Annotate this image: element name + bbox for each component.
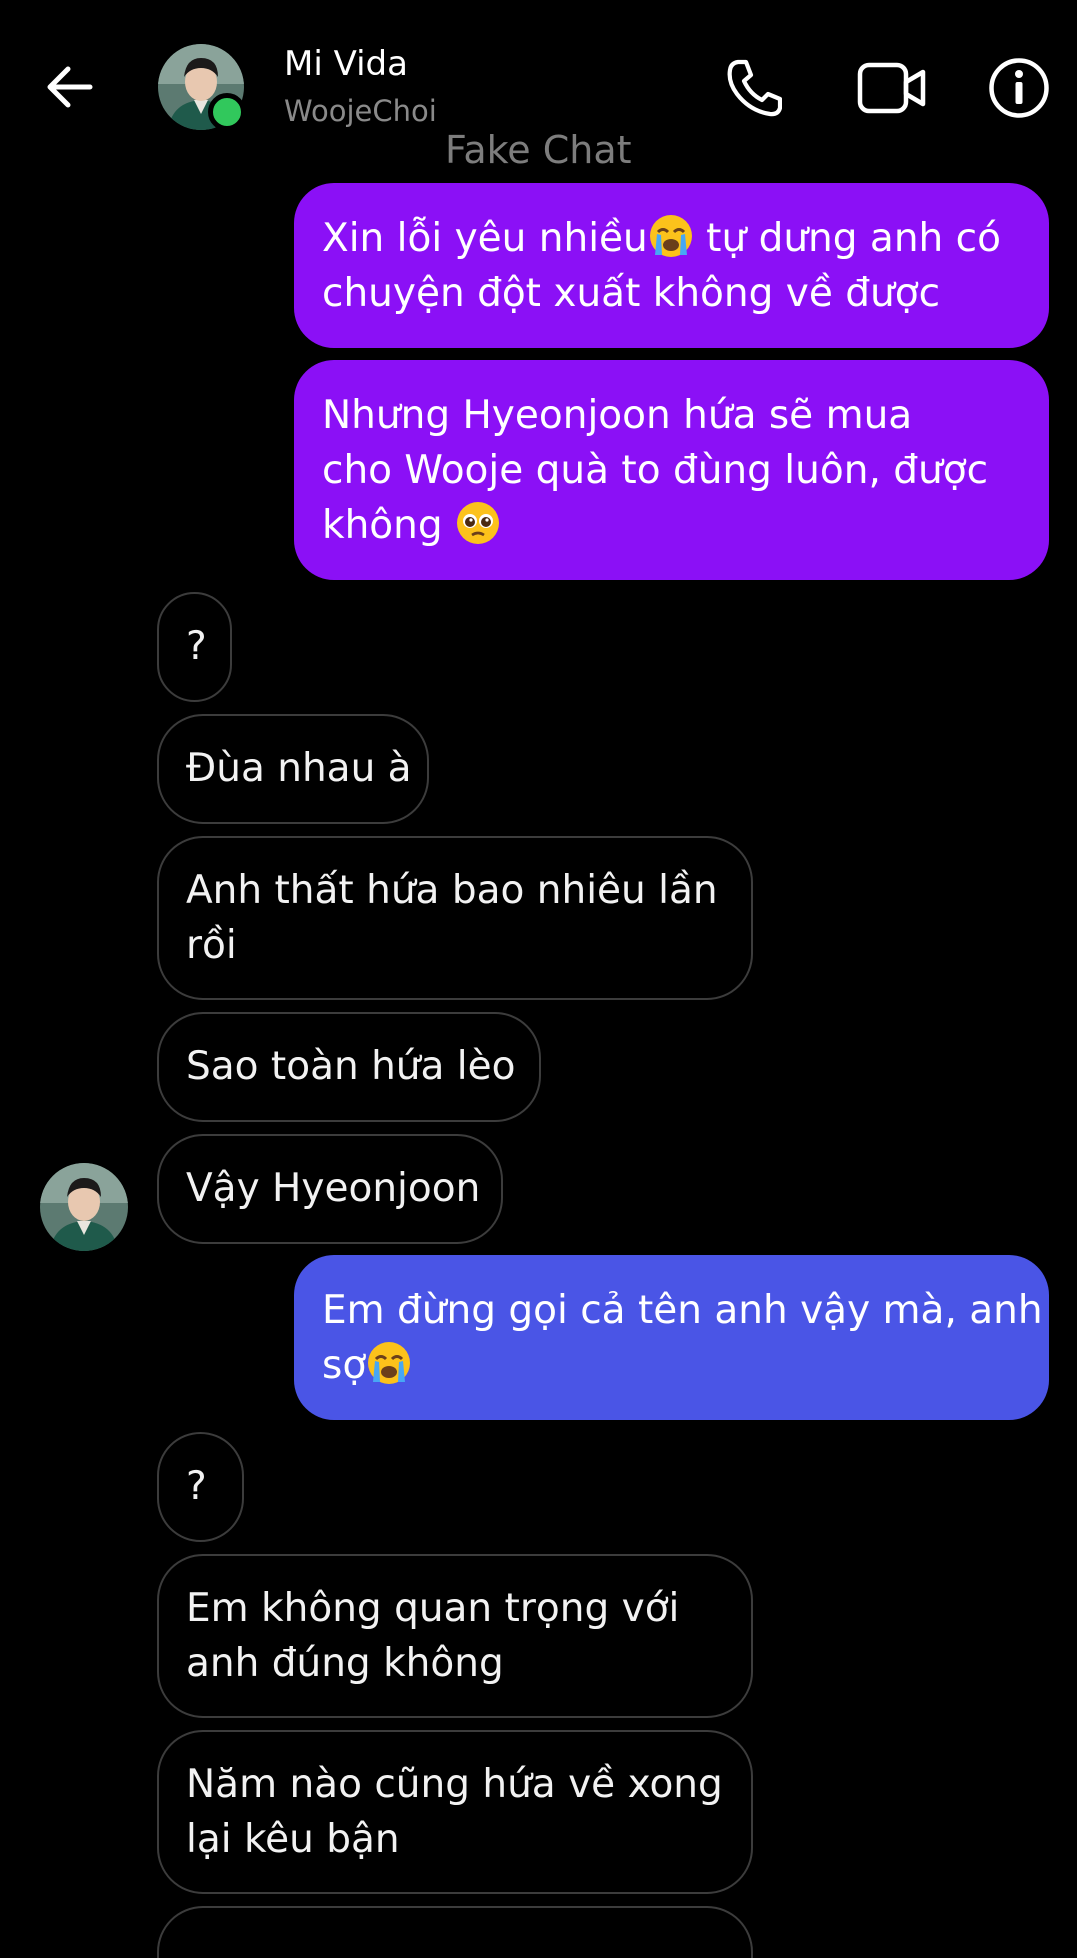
message-text-line: Vậy Hyeonjoon [186, 1166, 481, 1211]
contact-name[interactable]: Mi Vida [284, 44, 408, 84]
loudly-crying-face-emoji [366, 1340, 412, 1386]
online-status-dot [208, 93, 246, 131]
incoming-message[interactable]: Em không quan trọng với anh đúng không [157, 1554, 753, 1718]
incoming-message[interactable]: ? [157, 592, 232, 702]
pleading-face-emoji [455, 500, 501, 546]
message-text-line: Sao toàn hứa lèo [186, 1044, 516, 1089]
message-text-line: Đùa nhau à [186, 746, 412, 791]
message-text-line: Em không quan trọng với [186, 1586, 680, 1631]
message-text-line: lại kêu bận [186, 1817, 400, 1862]
contact-avatar-button[interactable] [158, 44, 246, 131]
message-text-line: Nhưng Hyeonjoon hứa sẽ mua [322, 393, 913, 438]
arrow-left-icon [44, 65, 94, 113]
message-text-line: chuyện đột xuất không về được [322, 271, 941, 316]
incoming-message-partial[interactable] [157, 1906, 753, 1958]
info-button[interactable] [978, 52, 1060, 128]
loudly-crying-face-emoji [648, 213, 694, 259]
incoming-message[interactable]: ? [157, 1432, 244, 1542]
outgoing-message[interactable]: Nhưng Hyeonjoon hứa sẽ mua cho Wooje quà… [294, 360, 1049, 580]
chat-header: Mi Vida WoojeChoi Fake Chat [0, 0, 1077, 175]
message-text-line: Em đừng gọi cả tên anh vậy mà, anh [322, 1288, 1043, 1333]
outgoing-message[interactable]: Xin lỗi yêu nhiều tự dưng anh có chuyện … [294, 183, 1049, 348]
message-text-line: sợ [322, 1338, 1021, 1393]
call-button[interactable] [716, 52, 792, 128]
message-text-line: Anh thất hứa bao nhiêu lần [186, 868, 718, 913]
info-circle-icon [988, 57, 1050, 123]
phone-icon [726, 58, 783, 122]
message-text-line: rồi [186, 923, 237, 968]
incoming-message[interactable]: Anh thất hứa bao nhiêu lần rồi [157, 836, 753, 1000]
message-text-line: ? [186, 1464, 207, 1509]
video-camera-icon [857, 62, 927, 118]
message-text-line: ? [186, 624, 207, 669]
watermark-text: Fake Chat [445, 128, 632, 172]
incoming-message[interactable]: Năm nào cũng hứa về xong lại kêu bận [157, 1730, 753, 1894]
outgoing-message[interactable]: Em đừng gọi cả tên anh vậy mà, anh sợ [294, 1255, 1049, 1420]
message-text-line: Xin lỗi yêu nhiều tự dưng anh có [322, 211, 1021, 266]
video-call-button[interactable] [842, 52, 942, 128]
incoming-message[interactable]: Đùa nhau à [157, 714, 429, 824]
message-text-line: cho Wooje quà to đùng luôn, được [322, 448, 989, 493]
incoming-message[interactable]: Sao toàn hứa lèo [157, 1012, 541, 1122]
incoming-message[interactable]: Vậy Hyeonjoon [157, 1134, 503, 1244]
sender-avatar[interactable] [40, 1163, 128, 1251]
message-text-line: Năm nào cũng hứa về xong [186, 1762, 723, 1807]
back-button[interactable] [36, 58, 102, 120]
message-text-line: không [322, 498, 1021, 553]
contact-username: WoojeChoi [284, 94, 437, 128]
message-text-line: anh đúng không [186, 1641, 504, 1686]
